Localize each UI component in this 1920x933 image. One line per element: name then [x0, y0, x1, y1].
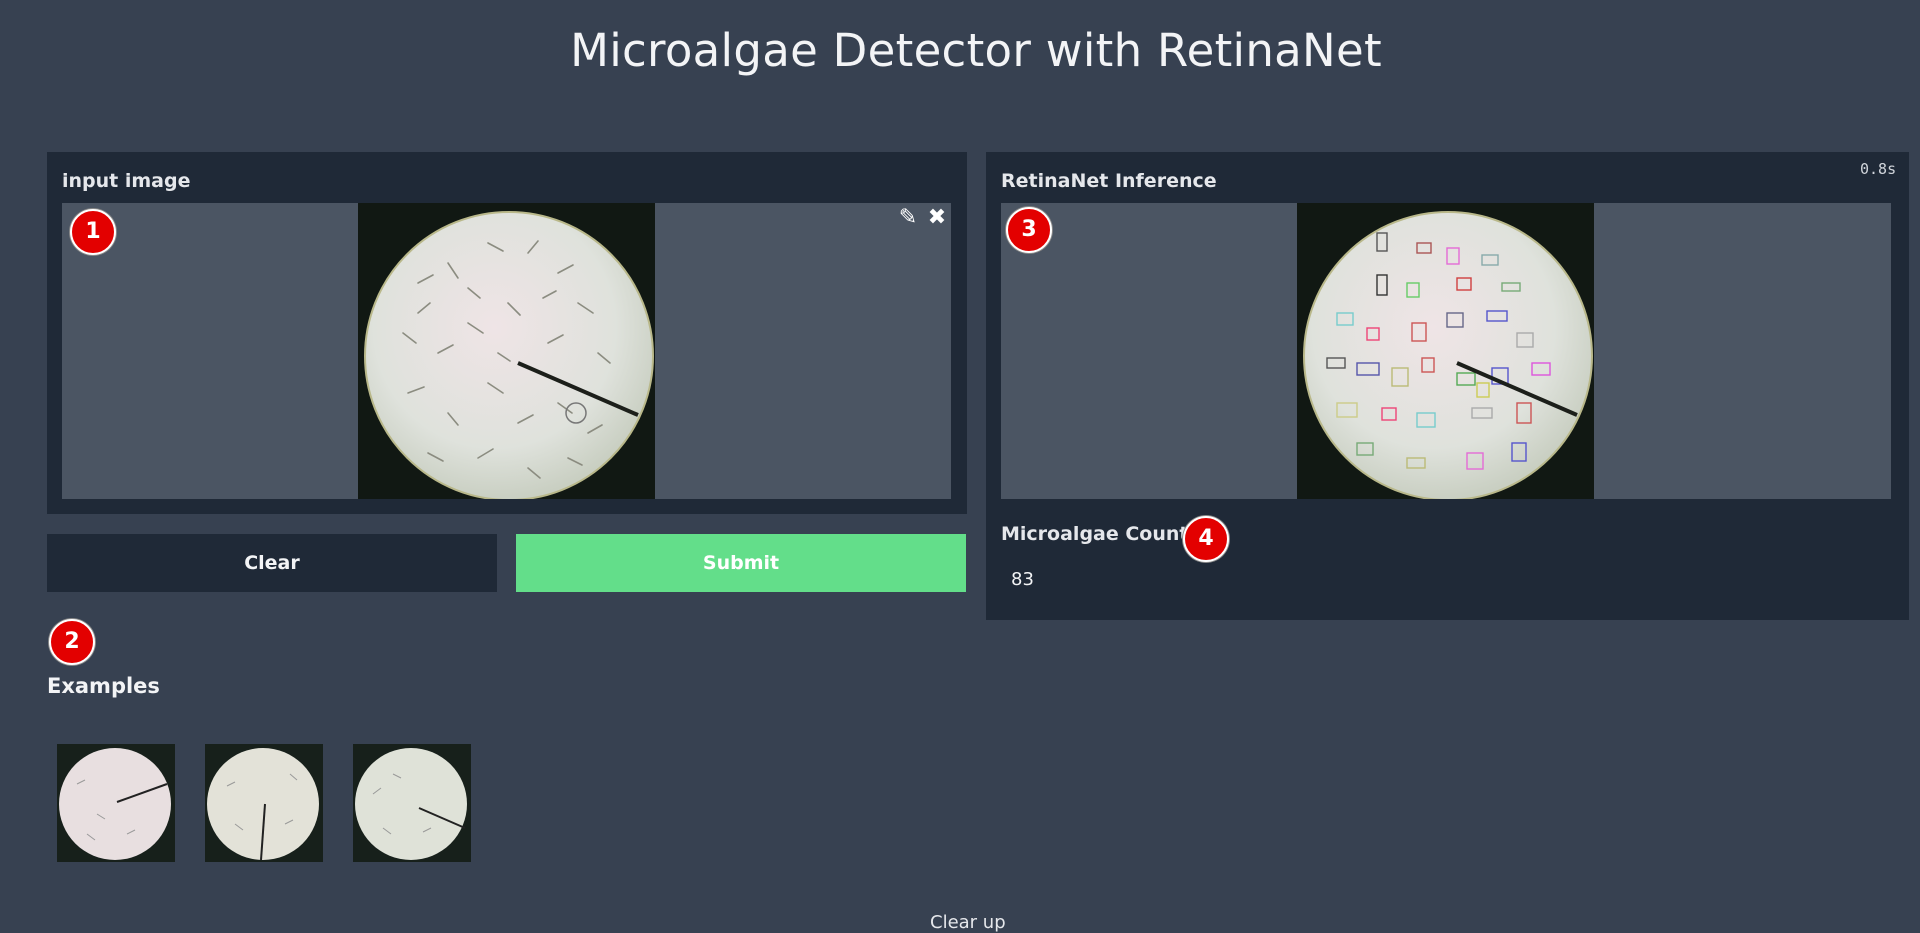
input-image-label: input image: [62, 170, 191, 192]
clear-button[interactable]: Clear: [47, 534, 497, 592]
inference-panel: 0.8s RetinaNet Inference 3 Microalgae Co…: [986, 152, 1909, 620]
inference-image: [1297, 203, 1594, 499]
marker-3: 3: [1006, 207, 1052, 253]
page-title: Microalgae Detector with RetinaNet: [570, 24, 1382, 77]
count-value: 83: [1011, 569, 1034, 590]
input-image: [358, 203, 655, 499]
marker-4: 4: [1183, 516, 1229, 562]
count-label: Microalgae Count: [1001, 523, 1189, 545]
inference-image-area: [1001, 203, 1891, 499]
input-image-panel: input image ✎ ✖ 1: [47, 152, 967, 514]
example-thumbnail-2[interactable]: [205, 744, 323, 862]
inference-label: RetinaNet Inference: [1001, 170, 1217, 192]
submit-button[interactable]: Submit: [516, 534, 966, 592]
marker-1: 1: [70, 209, 116, 255]
edit-icon[interactable]: ✎: [896, 206, 920, 230]
example-thumbnail-3[interactable]: [353, 744, 471, 862]
example-thumbnail-1[interactable]: [57, 744, 175, 862]
footer-text: Clear up: [930, 912, 1006, 933]
input-image-dropzone[interactable]: ✎ ✖: [62, 203, 951, 499]
marker-2: 2: [49, 619, 95, 665]
examples-label: Examples: [47, 674, 160, 698]
inference-time: 0.8s: [1860, 160, 1897, 178]
close-icon[interactable]: ✖: [925, 206, 949, 230]
